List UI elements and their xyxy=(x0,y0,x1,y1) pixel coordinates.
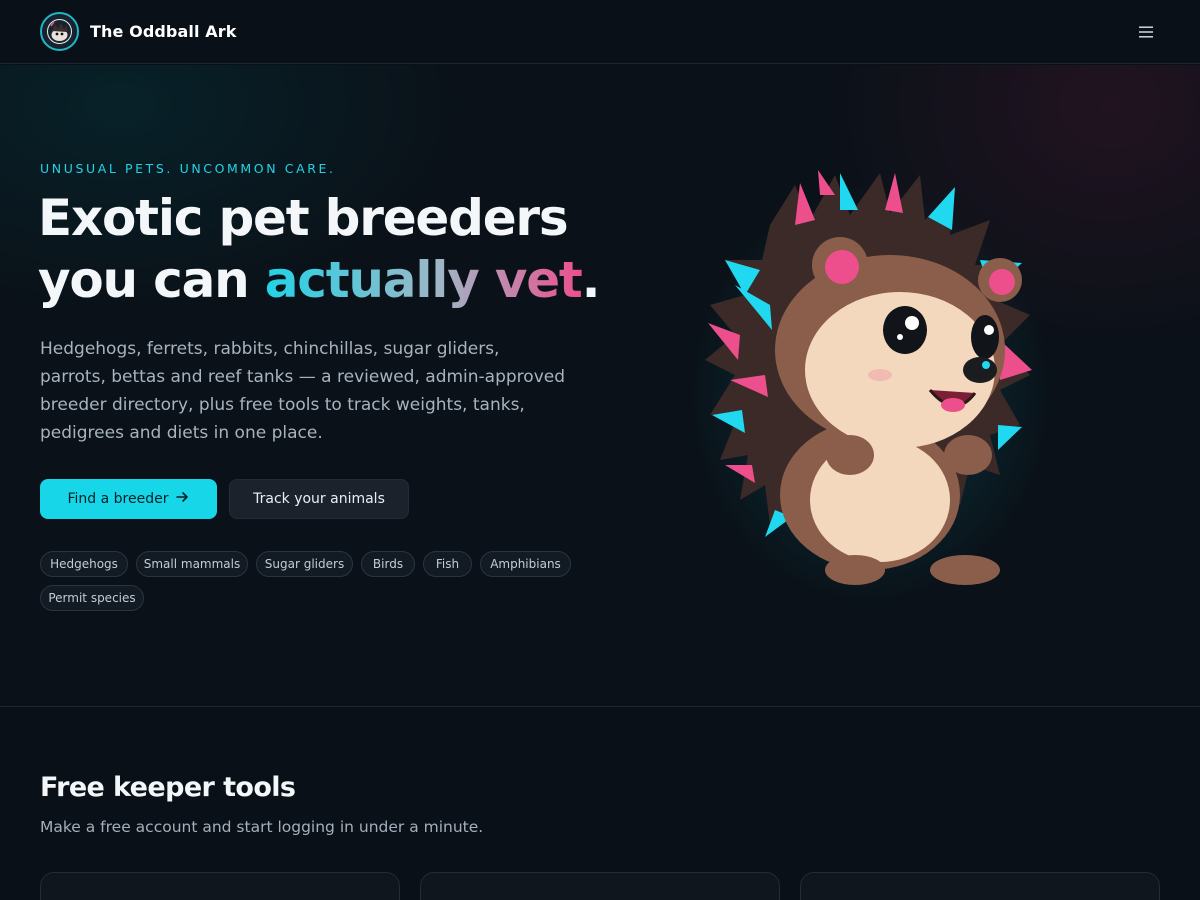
chip-hedgehogs[interactable]: Hedgehogs xyxy=(40,551,128,577)
arrow-right-icon xyxy=(176,491,189,507)
track-animals-button[interactable]: Track your animals xyxy=(229,479,409,519)
tool-card-3[interactable] xyxy=(800,872,1160,900)
site-header: The Oddball Ark xyxy=(0,0,1200,64)
chip-fish[interactable]: Fish xyxy=(423,551,472,577)
tool-icon-2 xyxy=(445,895,465,900)
chip-birds[interactable]: Birds xyxy=(361,551,415,577)
tools-subtitle: Make a free account and start logging in… xyxy=(40,818,484,836)
tool-icon-3 xyxy=(825,895,845,900)
chip-sugar-gliders[interactable]: Sugar gliders xyxy=(256,551,353,577)
headline-line-2-prefix: you can xyxy=(38,251,265,309)
headline-line-1: Exotic pet breeders xyxy=(38,189,569,247)
hero-eyebrow: UNUSUAL PETS. UNCOMMON CARE. xyxy=(40,161,336,176)
brand-name[interactable]: The Oddball Ark xyxy=(90,22,236,41)
tool-card-2[interactable] xyxy=(420,872,780,900)
tools-title: Free keeper tools xyxy=(40,772,296,803)
chip-permit-species[interactable]: Permit species xyxy=(40,585,144,611)
chip-amphibians[interactable]: Amphibians xyxy=(480,551,571,577)
tool-icon-1 xyxy=(65,895,85,900)
tool-card-1[interactable] xyxy=(40,872,400,900)
menu-icon[interactable] xyxy=(1132,18,1160,46)
hedgehog-mascot-illustration xyxy=(700,165,1050,605)
headline-period: . xyxy=(581,251,601,309)
find-breeder-label: Find a breeder xyxy=(67,491,169,507)
find-breeder-button[interactable]: Find a breeder xyxy=(40,479,217,519)
chip-small-mammals[interactable]: Small mammals xyxy=(136,551,248,577)
hero-section: UNUSUAL PETS. UNCOMMON CARE. Exotic pet … xyxy=(0,65,1200,707)
brand[interactable]: The Oddball Ark xyxy=(40,12,236,51)
headline-highlight: actually vet xyxy=(264,251,583,309)
hero-headline: Exotic pet breeders you can actually vet… xyxy=(38,187,638,311)
track-animals-label: Track your animals xyxy=(253,491,385,507)
logo-icon[interactable] xyxy=(40,12,79,51)
hero-lead: Hedgehogs, ferrets, rabbits, chinchillas… xyxy=(40,339,566,443)
